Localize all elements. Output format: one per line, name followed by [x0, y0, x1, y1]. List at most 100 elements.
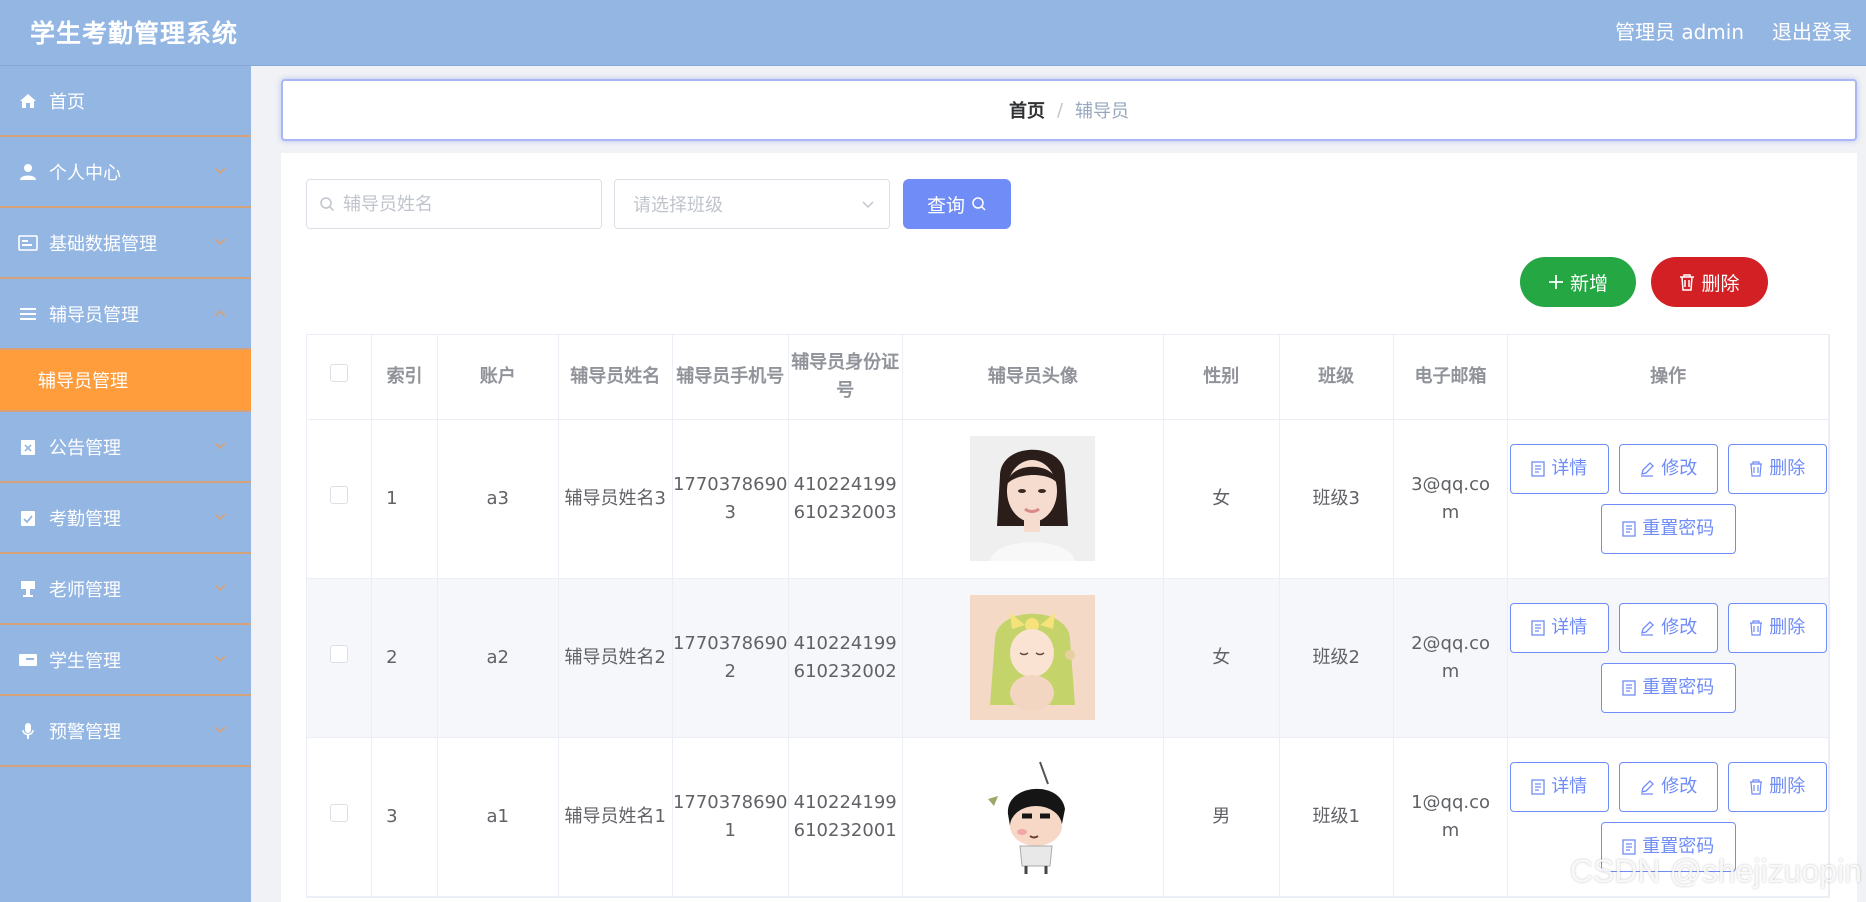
select-all-cell	[307, 335, 373, 420]
edit-button[interactable]: 修改	[1618, 602, 1718, 653]
cell-id-card: 410224199610232002	[788, 578, 903, 738]
cell-avatar	[902, 419, 1164, 579]
delete-button[interactable]: 删除	[1727, 443, 1827, 494]
column-header: 辅导员姓名	[558, 335, 673, 420]
sidebar: 首页 个人中心 基础数据管理 辅导员管理 辅导员管理 公告管理 考勤管理 老师管…	[0, 66, 251, 902]
column-header: 辅导员身份证号	[788, 335, 903, 420]
column-header: 账户	[437, 335, 559, 420]
sidebar-item-home[interactable]: 首页	[0, 66, 251, 137]
document-icon	[1622, 679, 1636, 696]
cell-account: a3	[437, 419, 559, 579]
sidebar-item-label: 个人中心	[49, 162, 121, 184]
class-select[interactable]: 请选择班级	[614, 179, 890, 229]
edit-button-label: 修改	[1661, 616, 1698, 638]
detail-button[interactable]: 详情	[1509, 761, 1609, 812]
row-checkbox[interactable]	[330, 803, 349, 822]
sidebar-item-notice-mgmt[interactable]: 公告管理	[0, 412, 251, 483]
sidebar-item-teacher-mgmt[interactable]: 老师管理	[0, 554, 251, 625]
breadcrumb-current: 辅导员	[1075, 101, 1130, 122]
breadcrumb-home[interactable]: 首页	[1009, 97, 1045, 123]
top-header: 学生考勤管理系统 管理员 admin 退出登录	[0, 0, 1866, 66]
chevron-down-icon	[862, 201, 874, 209]
edit-button-label: 修改	[1661, 775, 1698, 797]
batch-delete-button[interactable]: 删除	[1651, 257, 1768, 307]
edit-button[interactable]: 修改	[1618, 761, 1718, 812]
clipboard-check-icon	[18, 508, 38, 528]
cell-index: 2	[371, 578, 438, 738]
cell-actions: 详情 修改 删除 重置密码	[1507, 578, 1829, 738]
counselor-name-search[interactable]	[306, 179, 602, 229]
row-checkbox[interactable]	[330, 485, 349, 504]
trash-icon	[1680, 274, 1695, 291]
cell-gender: 女	[1163, 578, 1280, 738]
current-user-label[interactable]: 管理员 admin	[1615, 16, 1744, 45]
reset-password-button[interactable]: 重置密码	[1600, 503, 1736, 554]
cell-account: a2	[437, 578, 559, 738]
cell-name: 辅导员姓名3	[558, 419, 673, 579]
avatar[interactable]	[970, 436, 1096, 561]
select-all-checkbox[interactable]	[330, 363, 349, 382]
add-button[interactable]: 新增	[1520, 257, 1636, 307]
sidebar-item-student-mgmt[interactable]: 学生管理	[0, 625, 251, 696]
sidebar-item-warning-mgmt[interactable]: 预警管理	[0, 696, 251, 767]
home-icon	[18, 91, 38, 111]
logout-link[interactable]: 退出登录	[1772, 16, 1852, 45]
sidebar-subitem-counselor-mgmt[interactable]: 辅导员管理	[0, 350, 251, 412]
header-user-area: 管理员 admin 退出登录	[1615, 16, 1852, 45]
sidebar-item-profile[interactable]: 个人中心	[0, 137, 251, 208]
detail-button[interactable]: 详情	[1509, 602, 1609, 653]
edit-button[interactable]: 修改	[1618, 443, 1718, 494]
id-card-icon	[18, 233, 38, 253]
delete-button-label: 删除	[1769, 775, 1806, 797]
trash-icon	[1750, 460, 1763, 477]
chevron-down-icon	[214, 513, 226, 521]
card-icon	[18, 650, 38, 670]
cell-phone: 17703786901	[672, 737, 789, 897]
sidebar-item-basic-data[interactable]: 基础数据管理	[0, 208, 251, 279]
list-icon	[18, 304, 38, 324]
document-icon	[1531, 778, 1545, 795]
chevron-down-icon	[214, 442, 226, 450]
edit-icon	[1641, 461, 1655, 477]
chevron-down-icon	[214, 584, 226, 592]
edit-button-label: 修改	[1661, 457, 1698, 479]
detail-button-label: 详情	[1551, 616, 1588, 638]
column-header: 班级	[1279, 335, 1394, 420]
chevron-down-icon	[214, 238, 226, 246]
column-header: 操作	[1507, 335, 1829, 420]
cell-phone: 17703786903	[672, 419, 789, 579]
column-header: 电子邮箱	[1393, 335, 1509, 420]
podium-icon	[18, 579, 38, 599]
row-checkbox[interactable]	[330, 644, 349, 663]
delete-button[interactable]: 删除	[1727, 761, 1827, 812]
search-input[interactable]	[343, 193, 583, 215]
document-icon	[1531, 619, 1545, 636]
avatar[interactable]	[970, 595, 1096, 720]
cell-id-card: 410224199610232003	[788, 419, 903, 579]
cell-email: 2@qq.com	[1393, 578, 1509, 738]
cell-class: 班级3	[1279, 419, 1394, 579]
search-icon	[320, 197, 335, 212]
search-icon	[972, 197, 986, 211]
delete-button[interactable]: 删除	[1727, 602, 1827, 653]
trash-icon	[1750, 778, 1763, 795]
app-title: 学生考勤管理系统	[30, 19, 239, 48]
detail-button[interactable]: 详情	[1509, 443, 1609, 494]
sidebar-item-attendance-mgmt[interactable]: 考勤管理	[0, 483, 251, 554]
counselor-table: 索引 账户 辅导员姓名 辅导员手机号 辅导员身份证号 辅导员头像 性别 班级 电…	[306, 334, 1830, 898]
query-button[interactable]: 查询	[903, 179, 1011, 229]
reset-password-button[interactable]: 重置密码	[1600, 662, 1736, 713]
cell-class: 班级1	[1279, 737, 1394, 897]
breadcrumb-separator: /	[1056, 99, 1064, 121]
avatar[interactable]	[970, 754, 1096, 879]
watermark: CSDN @shejizuopin	[1569, 853, 1862, 889]
cell-name: 辅导员姓名1	[558, 737, 673, 897]
reset-password-label: 重置密码	[1642, 517, 1715, 539]
sidebar-item-counselor-mgmt[interactable]: 辅导员管理	[0, 279, 251, 350]
cell-name: 辅导员姓名2	[558, 578, 673, 738]
cell-account: a1	[437, 737, 559, 897]
chevron-up-icon	[214, 309, 226, 317]
cell-gender: 女	[1163, 419, 1280, 579]
chevron-down-icon	[214, 167, 226, 175]
cell-email: 1@qq.com	[1393, 737, 1509, 897]
